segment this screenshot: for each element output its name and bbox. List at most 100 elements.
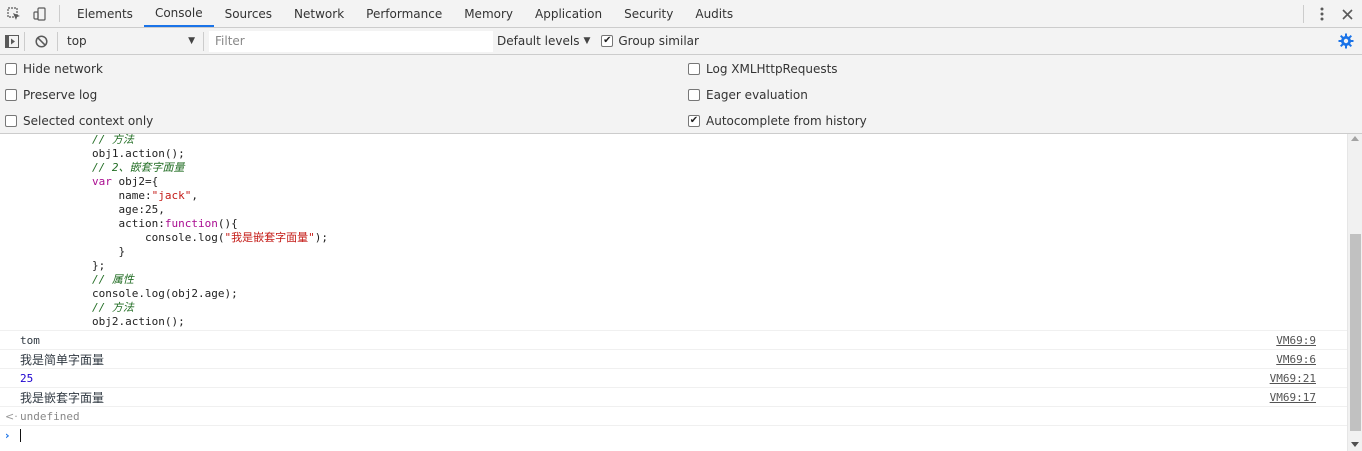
log-levels-label: Default levels	[497, 34, 580, 48]
code-line: );	[314, 231, 328, 244]
code-line: obj1.action();	[92, 147, 185, 160]
code-line: console.log(	[92, 231, 225, 244]
filter-input[interactable]	[209, 30, 493, 52]
checkbox-unchecked-icon	[5, 115, 17, 127]
code-keyword: var	[92, 175, 112, 188]
code-line: console.log(obj2.age);	[92, 287, 238, 300]
autocomplete-from-history-checkbox[interactable]: ✔ Autocomplete from history	[688, 114, 867, 128]
tab-console[interactable]: Console	[143, 0, 214, 27]
checkbox-checked-icon: ✔	[601, 35, 614, 47]
code-line: (){	[217, 217, 238, 230]
log-levels-dropdown[interactable]: Default levels ▼	[497, 34, 590, 48]
clear-console-icon[interactable]	[25, 28, 57, 55]
code-line: ,	[191, 189, 198, 202]
console-settings-pane: Hide network Preserve log Selected conte…	[0, 55, 1362, 134]
tab-memory[interactable]: Memory	[453, 0, 524, 27]
tab-performance[interactable]: Performance	[355, 0, 453, 27]
preserve-log-checkbox[interactable]: Preserve log	[5, 88, 97, 102]
console-toolbar: top ▼ Default levels ▼ ✔ Group similar	[0, 28, 1362, 55]
show-sidebar-icon[interactable]	[0, 28, 24, 55]
code-line: age:	[92, 203, 145, 216]
code-comment: // 2、嵌套字面量	[92, 161, 185, 174]
eager-evaluation-checkbox[interactable]: Eager evaluation	[688, 88, 808, 102]
checkbox-unchecked-icon	[5, 89, 17, 101]
code-comment: // 属性	[92, 273, 134, 286]
code-line: };	[92, 259, 106, 272]
code-line: }	[92, 245, 126, 258]
inspect-element-icon[interactable]	[1, 0, 27, 27]
log-message: 25	[20, 371, 34, 385]
code-string: "jack"	[151, 189, 192, 202]
more-options-icon[interactable]	[1312, 7, 1332, 21]
scroll-up-arrow-icon[interactable]	[1351, 136, 1359, 141]
console-output[interactable]: // 方法 obj1.action(); // 2、嵌套字面量 var obj2…	[0, 134, 1347, 451]
preserve-log-label: Preserve log	[23, 88, 98, 102]
source-link[interactable]: VM69:9	[1276, 334, 1316, 347]
checkbox-checked-icon: ✔	[688, 115, 700, 127]
code-number: 25	[144, 203, 159, 216]
scroll-down-arrow-icon[interactable]	[1351, 442, 1359, 447]
selected-context-only-checkbox[interactable]: Selected context only	[5, 114, 153, 128]
chevron-down-icon: ▼	[188, 36, 195, 46]
devtools-tabbar: Elements Console Sources Network Perform…	[0, 0, 1362, 28]
context-select[interactable]: top ▼	[61, 28, 201, 55]
settings-gear-icon[interactable]	[1338, 33, 1354, 52]
device-toolbar-icon[interactable]	[27, 0, 53, 27]
checkbox-unchecked-icon	[688, 63, 700, 75]
group-similar-label: Group similar	[618, 34, 699, 48]
group-similar-checkbox[interactable]: ✔ Group similar	[601, 34, 699, 48]
log-row: 我是嵌套字面量 VM69:17	[0, 388, 1347, 407]
console-prompt[interactable]: ›	[0, 426, 1347, 445]
code-line: ,	[158, 203, 165, 216]
log-row: tom VM69:9	[0, 331, 1347, 350]
tabbar-right-controls	[1295, 0, 1362, 28]
toolbar-divider	[57, 31, 58, 51]
code-comment: // 方法	[92, 134, 134, 146]
code-text: // 方法 obj1.action(); // 2、嵌套字面量 var obj2…	[0, 134, 1347, 329]
result-value: undefined	[20, 409, 80, 423]
code-line: obj2.action();	[92, 315, 185, 328]
log-message: 我是简单字面量	[20, 352, 105, 367]
code-string: "我是嵌套字面量"	[224, 231, 315, 244]
context-select-value: top	[67, 34, 87, 48]
result-row: <· undefined	[0, 407, 1347, 426]
tab-network[interactable]: Network	[283, 0, 355, 27]
checkbox-unchecked-icon	[688, 89, 700, 101]
tab-sources[interactable]: Sources	[214, 0, 283, 27]
echoed-code-block: // 方法 obj1.action(); // 2、嵌套字面量 var obj2…	[0, 134, 1347, 331]
source-link[interactable]: VM69:17	[1270, 391, 1316, 404]
checkbox-unchecked-icon	[5, 63, 17, 75]
close-icon[interactable]	[1332, 8, 1362, 20]
result-arrow-icon: <·	[5, 409, 18, 423]
selected-context-only-label: Selected context only	[23, 114, 154, 128]
log-message: 我是嵌套字面量	[20, 390, 105, 405]
tab-security[interactable]: Security	[613, 0, 684, 27]
prompt-chevron-icon: ›	[5, 429, 10, 442]
log-row: 我是简单字面量 VM69:6	[0, 350, 1347, 369]
tab-elements[interactable]: Elements	[66, 0, 144, 27]
code-keyword: function	[164, 217, 218, 230]
hide-network-checkbox[interactable]: Hide network	[5, 62, 103, 76]
source-link[interactable]: VM69:21	[1270, 372, 1316, 385]
log-message: tom	[20, 333, 40, 347]
hide-network-label: Hide network	[23, 62, 103, 76]
code-line: obj2={	[111, 175, 159, 188]
eager-evaluation-label: Eager evaluation	[706, 88, 808, 102]
chevron-down-icon: ▼	[583, 36, 591, 46]
code-line: action:	[92, 217, 165, 230]
toolbar-divider	[203, 31, 204, 51]
scrollbar-thumb[interactable]	[1350, 234, 1361, 431]
log-row: 25 VM69:21	[0, 369, 1347, 388]
toolbar-divider	[1303, 5, 1304, 23]
log-xmlhttprequests-checkbox[interactable]: Log XMLHttpRequests	[688, 62, 838, 76]
code-line: name:	[92, 189, 152, 202]
log-xmlhttprequests-label: Log XMLHttpRequests	[706, 62, 838, 76]
code-comment: // 方法	[92, 301, 134, 314]
toolbar-divider	[59, 5, 60, 22]
tab-application[interactable]: Application	[524, 0, 613, 27]
tab-audits[interactable]: Audits	[684, 0, 744, 27]
source-link[interactable]: VM69:6	[1276, 353, 1316, 366]
text-caret	[20, 429, 21, 442]
autocomplete-from-history-label: Autocomplete from history	[706, 114, 867, 128]
console-scrollbar[interactable]	[1347, 134, 1362, 451]
